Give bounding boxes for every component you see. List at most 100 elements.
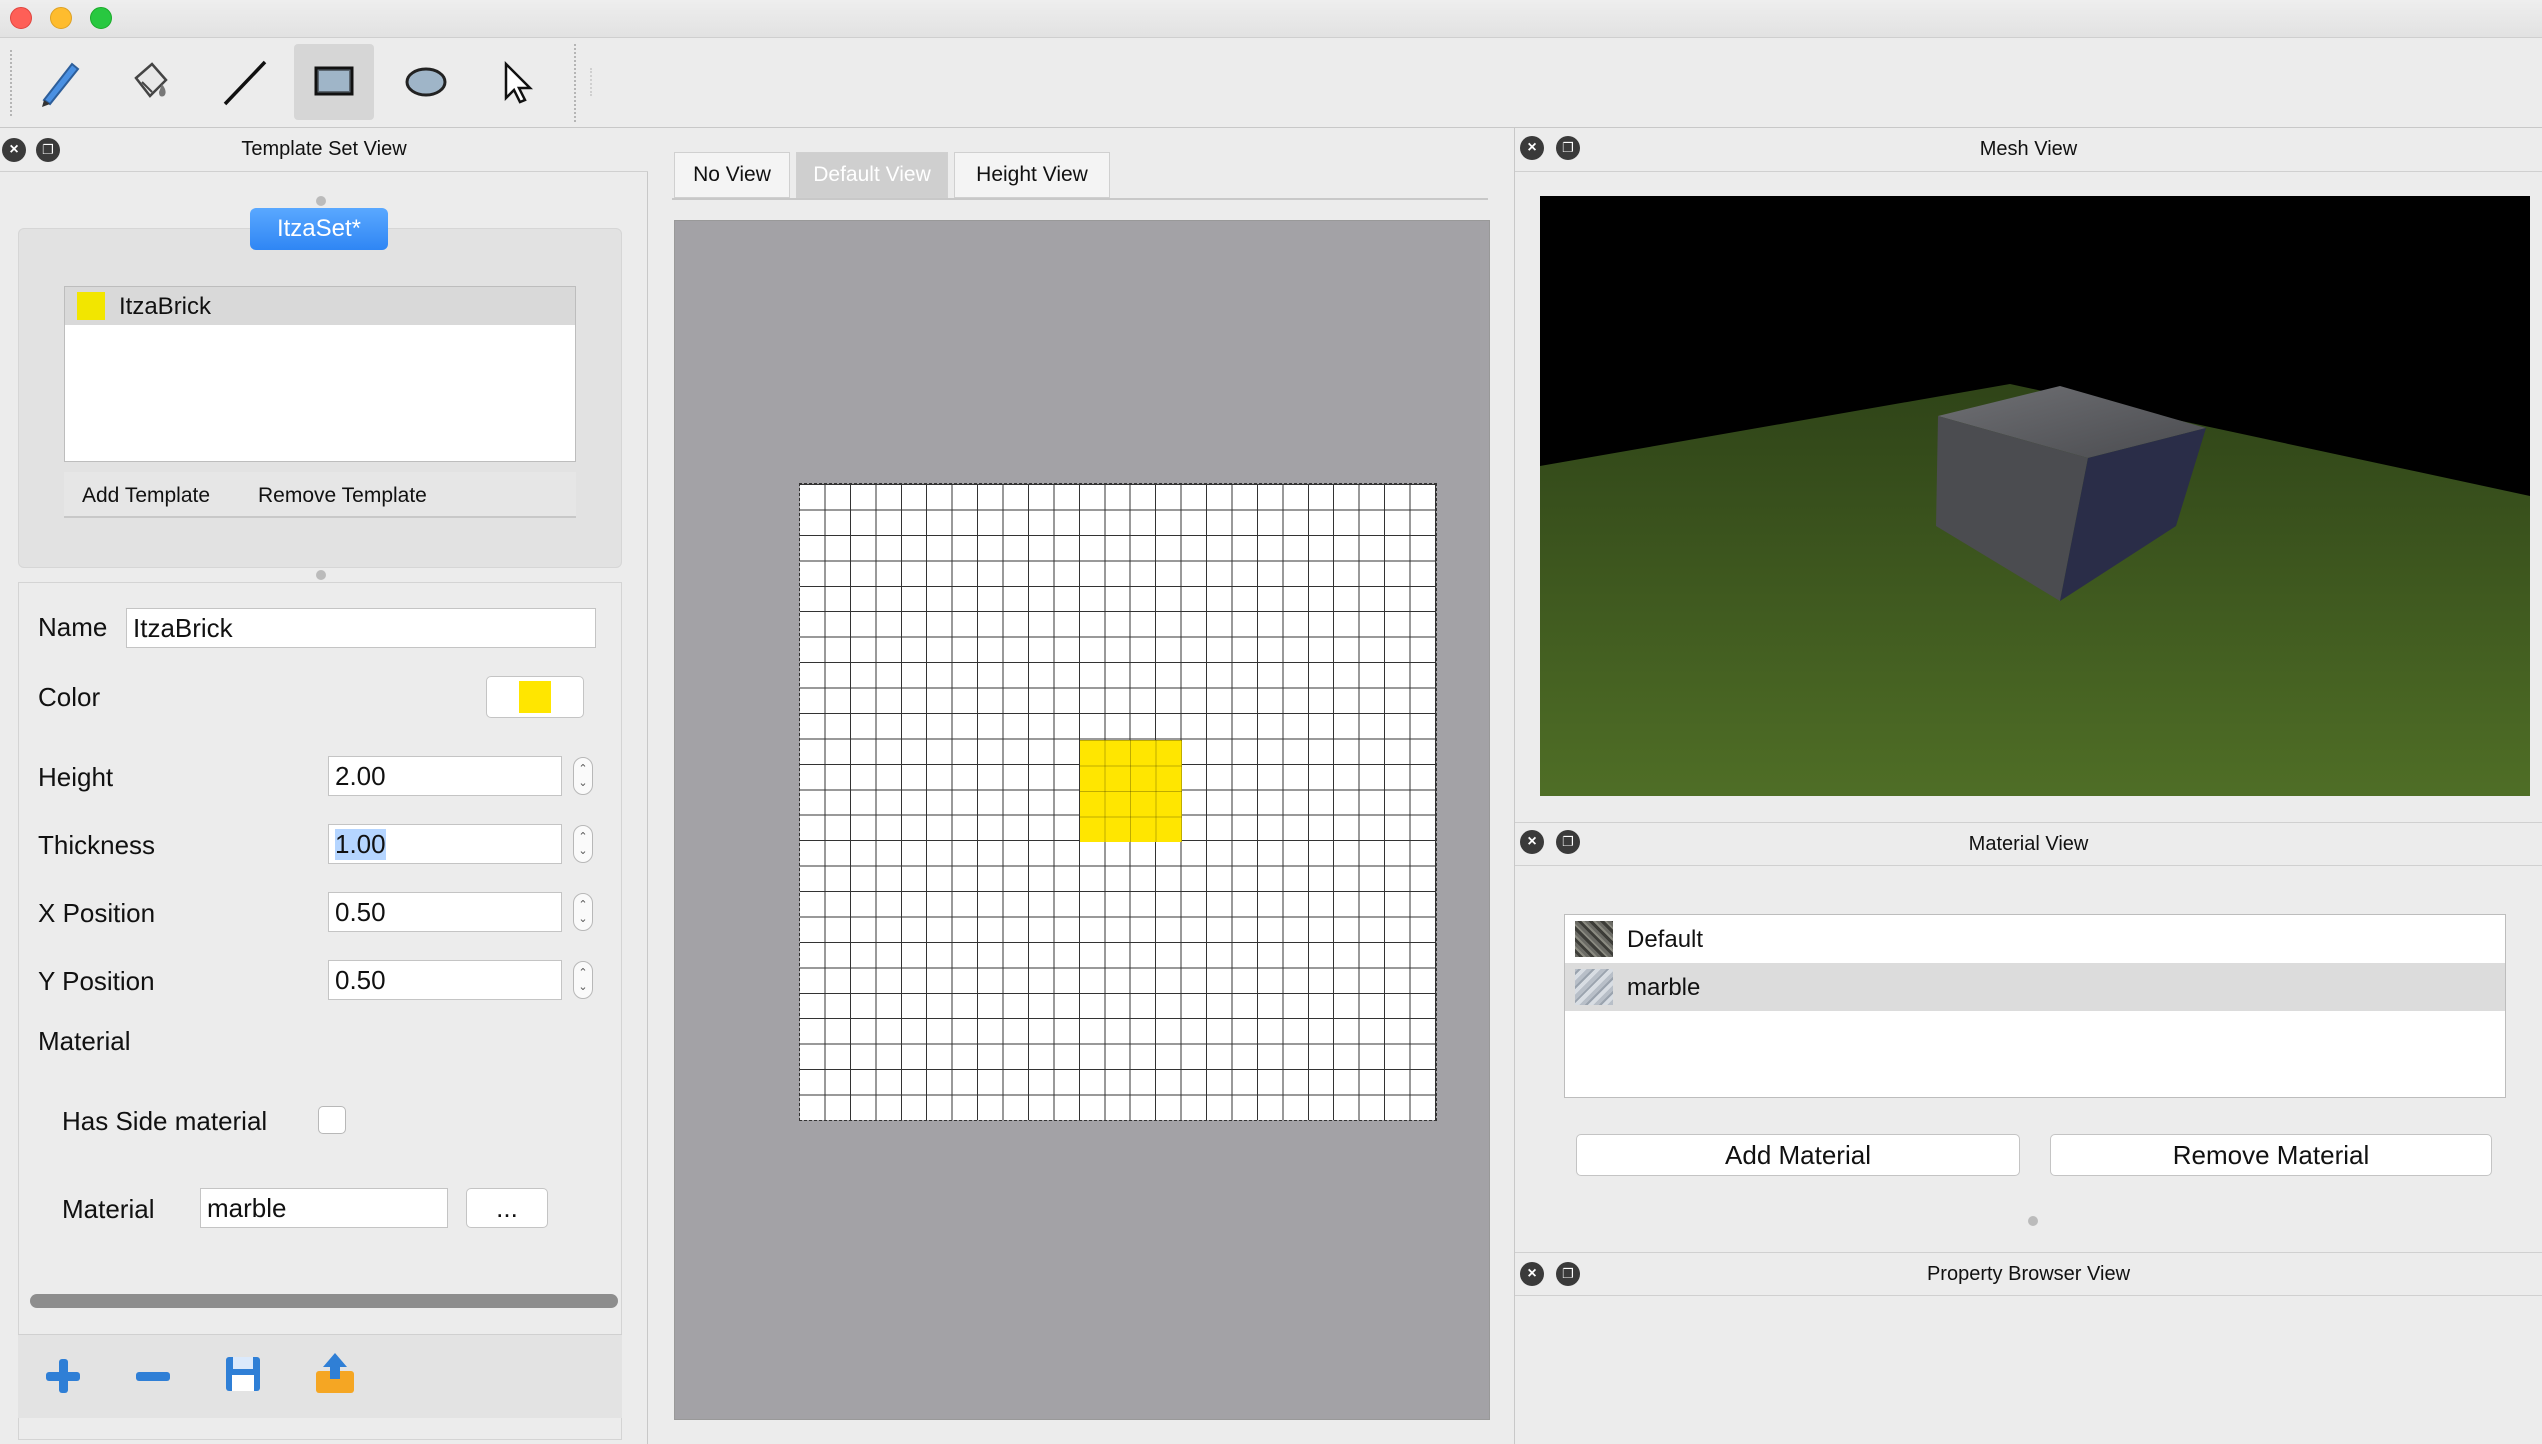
list-item[interactable]: ItzaBrick (65, 287, 575, 325)
property-browser-float-button[interactable]: ❐ (1556, 1262, 1580, 1286)
template-set-tab[interactable]: ItzaSet* (250, 208, 388, 250)
color-picker-button[interactable] (486, 676, 584, 718)
template-list[interactable]: ItzaBrick (64, 286, 576, 462)
material-view-title: Material View (1968, 832, 2089, 855)
tab-no-view[interactable]: No View (674, 152, 790, 198)
horizontal-scrollbar[interactable] (30, 1294, 618, 1308)
save-button[interactable] (220, 1351, 266, 1402)
splitter-handle[interactable] (316, 570, 326, 580)
splitter-handle[interactable] (2028, 1216, 2038, 1226)
paint-bucket-tool-button[interactable] (110, 44, 190, 120)
material-list[interactable]: Default marble (1564, 914, 2506, 1098)
list-item[interactable]: marble (1565, 963, 2505, 1011)
template-set-float-button[interactable]: ❐ (36, 138, 60, 162)
float-icon: ❐ (42, 142, 54, 157)
marble-texture-icon (1575, 969, 1613, 1005)
mesh-view-header: Mesh View (1515, 128, 2542, 172)
template-set-close-button[interactable]: × (2, 138, 26, 162)
chevron-down-icon: ⌄ (578, 777, 588, 789)
x-position-stepper[interactable]: ⌃ ⌄ (573, 893, 593, 931)
list-item[interactable]: Default (1565, 915, 2505, 963)
pencil-icon (42, 62, 80, 107)
tab-height-view[interactable]: Height View (954, 152, 1110, 198)
close-icon: × (1527, 1265, 1537, 1282)
rectangle-icon (314, 66, 354, 96)
chevron-down-icon: ⌄ (578, 981, 588, 993)
x-position-input[interactable]: 0.50 (328, 892, 562, 932)
y-position-label: Y Position (38, 966, 155, 996)
paint-bucket-icon (134, 62, 168, 98)
rectangle-tool-button[interactable] (294, 44, 374, 120)
remove-button[interactable] (130, 1353, 176, 1404)
y-position-input[interactable]: 0.50 (328, 960, 562, 1000)
chevron-up-icon: ⌃ (578, 763, 588, 775)
minimize-window-button[interactable] (50, 7, 72, 29)
height-input[interactable]: 2.00 (328, 756, 562, 796)
add-material-button[interactable]: Add Material (1576, 1134, 2020, 1176)
float-icon: ❐ (1562, 1266, 1574, 1281)
toolbar-grip[interactable] (10, 50, 12, 116)
tab-label: No View (693, 163, 771, 186)
has-side-material-checkbox[interactable] (318, 1106, 346, 1134)
property-browser-close-button[interactable]: × (1520, 1262, 1544, 1286)
splitter-handle[interactable] (316, 196, 326, 206)
ellipse-icon (405, 67, 447, 97)
height-label: Height (38, 762, 114, 792)
add-icon (46, 1359, 80, 1393)
tab-label: Height View (976, 163, 1088, 186)
tab-default-view[interactable]: Default View (796, 152, 948, 198)
tab-label: Default View (813, 163, 931, 186)
material-section-label: Material (38, 1026, 131, 1056)
add-template-button[interactable]: Add Template (82, 484, 210, 508)
pointer-tool-button[interactable] (476, 44, 556, 120)
close-icon: × (1527, 139, 1537, 156)
material-view-float-button[interactable]: ❐ (1556, 830, 1580, 854)
name-field[interactable]: ItzaBrick (126, 608, 596, 648)
float-icon: ❐ (1562, 834, 1574, 849)
line-tool-button[interactable] (205, 44, 285, 120)
property-browser-title: Property Browser View (1926, 1262, 2131, 1285)
close-icon: × (1527, 833, 1537, 850)
zoom-window-button[interactable] (90, 7, 112, 29)
template-name: ItzaBrick (119, 293, 212, 320)
window-title-bar (0, 0, 2542, 38)
toolbar-extension-grip[interactable] (590, 68, 592, 96)
thickness-label: Thickness (38, 830, 156, 860)
mesh-view-title: Mesh View (1979, 138, 2078, 160)
export-icon (316, 1353, 354, 1393)
template-set-dock: Template Set View × ❐ ItzaSet* ItzaBrick… (0, 128, 648, 1444)
export-button[interactable] (310, 1349, 360, 1404)
remove-template-button[interactable]: Remove Template (258, 484, 427, 508)
tool-bar (0, 38, 2542, 128)
default-texture-icon (1575, 921, 1613, 957)
color-swatch (519, 681, 551, 713)
material-name: marble (1627, 974, 1701, 1001)
thickness-input[interactable]: 1.00 (328, 824, 562, 864)
browse-material-button[interactable]: ... (466, 1188, 548, 1228)
remove-icon (136, 1372, 170, 1381)
color-label: Color (38, 682, 101, 712)
mesh-view-close-button[interactable]: × (1520, 136, 1544, 160)
add-button[interactable] (40, 1353, 86, 1404)
template-set-header: Template Set View (0, 128, 648, 172)
remove-material-button[interactable]: Remove Material (2050, 1134, 2492, 1176)
y-position-stepper[interactable]: ⌃ ⌄ (573, 961, 593, 999)
mesh-view-float-button[interactable]: ❐ (1556, 136, 1580, 160)
placed-brick[interactable] (1080, 740, 1182, 842)
material-view-close-button[interactable]: × (1520, 830, 1544, 854)
chevron-up-icon: ⌃ (578, 967, 588, 979)
material-label: Material (62, 1194, 155, 1224)
pencil-tool-button[interactable] (20, 44, 100, 120)
ellipse-tool-button[interactable] (386, 44, 466, 120)
chevron-down-icon: ⌄ (578, 845, 588, 857)
template-actions-bar (18, 1334, 622, 1418)
close-window-button[interactable] (10, 7, 32, 29)
thickness-stepper[interactable]: ⌃ ⌄ (573, 825, 593, 863)
height-stepper[interactable]: ⌃ ⌄ (573, 757, 593, 795)
has-side-material-label: Has Side material (62, 1106, 268, 1136)
float-icon: ❐ (1562, 140, 1574, 155)
material-input[interactable]: marble (200, 1188, 448, 1228)
mesh-viewport[interactable] (1540, 196, 2530, 796)
template-button-bar: Add Template Remove Template (64, 472, 576, 518)
save-icon (226, 1357, 260, 1391)
